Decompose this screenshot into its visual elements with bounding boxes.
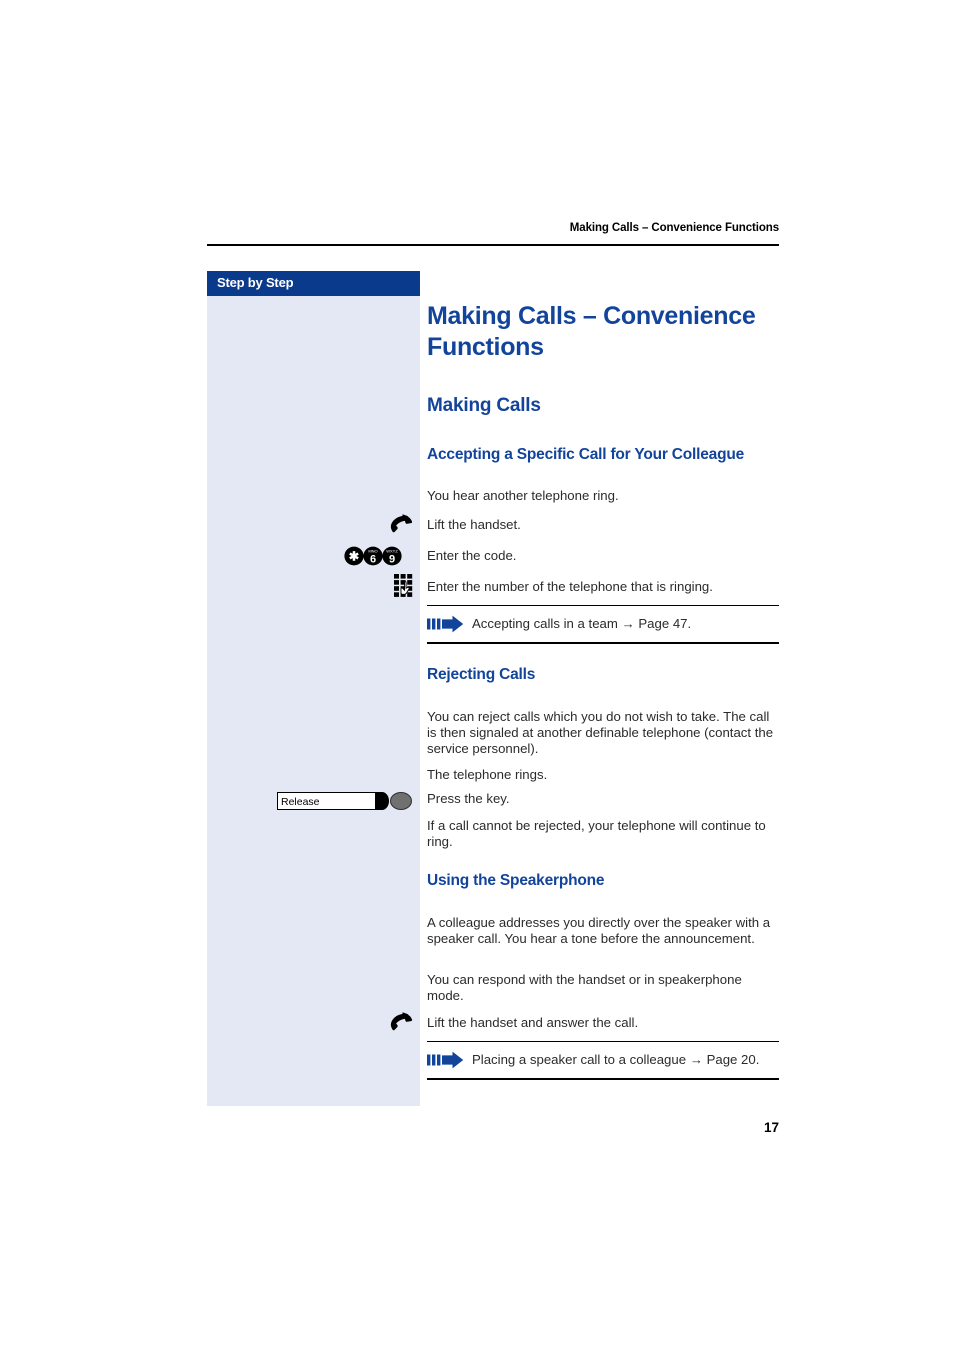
step-enter-code-label: Enter the code. bbox=[427, 548, 517, 563]
rejecting-paragraph-2: The telephone rings. bbox=[427, 767, 548, 782]
cross-reference-accepting-calls-in-a-team[interactable]: Accepting calls in a team → Page 47. bbox=[427, 605, 779, 644]
xref-label: Accepting calls in a team → Page 47. bbox=[472, 616, 692, 632]
sidebar-header-bar: Step by Step bbox=[207, 271, 420, 296]
speakerphone-paragraph-1: A colleague addresses you directly over … bbox=[427, 915, 771, 947]
header-rule bbox=[207, 244, 779, 246]
release-key-lamp bbox=[390, 792, 412, 810]
subsection-title-accepting-specific-call: Accepting a Specific Call for Your Colle… bbox=[427, 446, 745, 463]
step-lift-handset-answer-label: Lift the handset and answer the call. bbox=[427, 1015, 639, 1030]
lift-handset-icon bbox=[388, 513, 416, 540]
speakerphone-paragraph-2: You can respond with the handset or in s… bbox=[427, 972, 742, 1004]
page-title: Making Calls – Convenience Functions bbox=[427, 302, 756, 361]
xref-rule-bottom bbox=[427, 1078, 779, 1080]
step-enter-number-label: Enter the number of the telephone that i… bbox=[427, 579, 713, 594]
xref-label: Placing a speaker call to a colleague → … bbox=[472, 1052, 760, 1068]
step-by-step-sidebar: Step by Step bbox=[207, 271, 420, 1106]
release-key-icon: Release bbox=[277, 791, 412, 813]
rejecting-paragraph-3-press-the-key: Press the key. bbox=[427, 791, 510, 806]
rejecting-paragraph-1: You can reject calls which you do not wi… bbox=[427, 709, 774, 757]
lift-handset-icon bbox=[388, 1011, 416, 1038]
running-head: Making Calls – Convenience Functions bbox=[569, 222, 779, 234]
subsection-title-rejecting-calls: Rejecting Calls bbox=[427, 666, 536, 683]
keypad-icon bbox=[393, 573, 417, 605]
release-key-box: Release bbox=[277, 792, 383, 810]
cross-reference-placing-speaker-call[interactable]: Placing a speaker call to a colleague → … bbox=[427, 1041, 779, 1080]
subsection-title-using-the-speakerphone: Using the Speakerphone bbox=[427, 872, 605, 889]
svg-text:6: 6 bbox=[370, 553, 376, 565]
release-key-wedge bbox=[375, 792, 389, 810]
sidebar-header-label: Step by Step bbox=[217, 275, 294, 290]
svg-text:✱: ✱ bbox=[349, 550, 360, 564]
cross-reference-arrow-icon bbox=[427, 1051, 464, 1074]
cross-reference-arrow-icon bbox=[427, 615, 464, 638]
dial-code-keys-icon: ✱ MNO 6 WXYZ 9 bbox=[344, 545, 402, 572]
svg-text:9: 9 bbox=[389, 553, 395, 565]
section-title-making-calls: Making Calls bbox=[427, 395, 541, 416]
page-number: 17 bbox=[763, 1120, 779, 1135]
rejecting-paragraph-4: If a call cannot be rejected, your telep… bbox=[427, 818, 766, 850]
xref-rule-bottom bbox=[427, 642, 779, 644]
step-lift-handset-label: Lift the handset. bbox=[427, 517, 521, 532]
release-key-label: Release bbox=[281, 796, 320, 808]
intro-text-accepting: You hear another telephone ring. bbox=[427, 488, 619, 503]
